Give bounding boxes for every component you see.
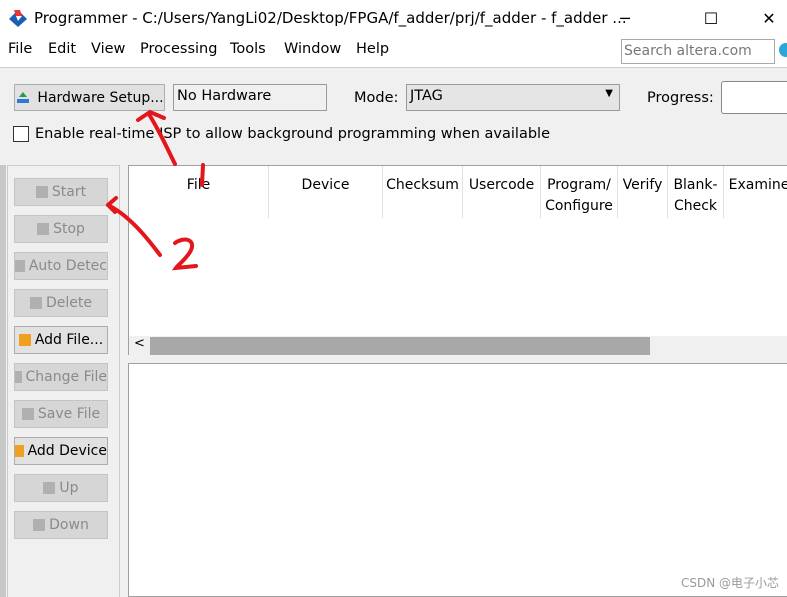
annotation-overlay [106,109,205,271]
annotation-arrow-1 [148,114,177,166]
watermark: CSDN @电子小芯 [680,576,779,590]
annotation-number-1 [200,163,205,187]
annotation-number-2 [171,237,198,271]
